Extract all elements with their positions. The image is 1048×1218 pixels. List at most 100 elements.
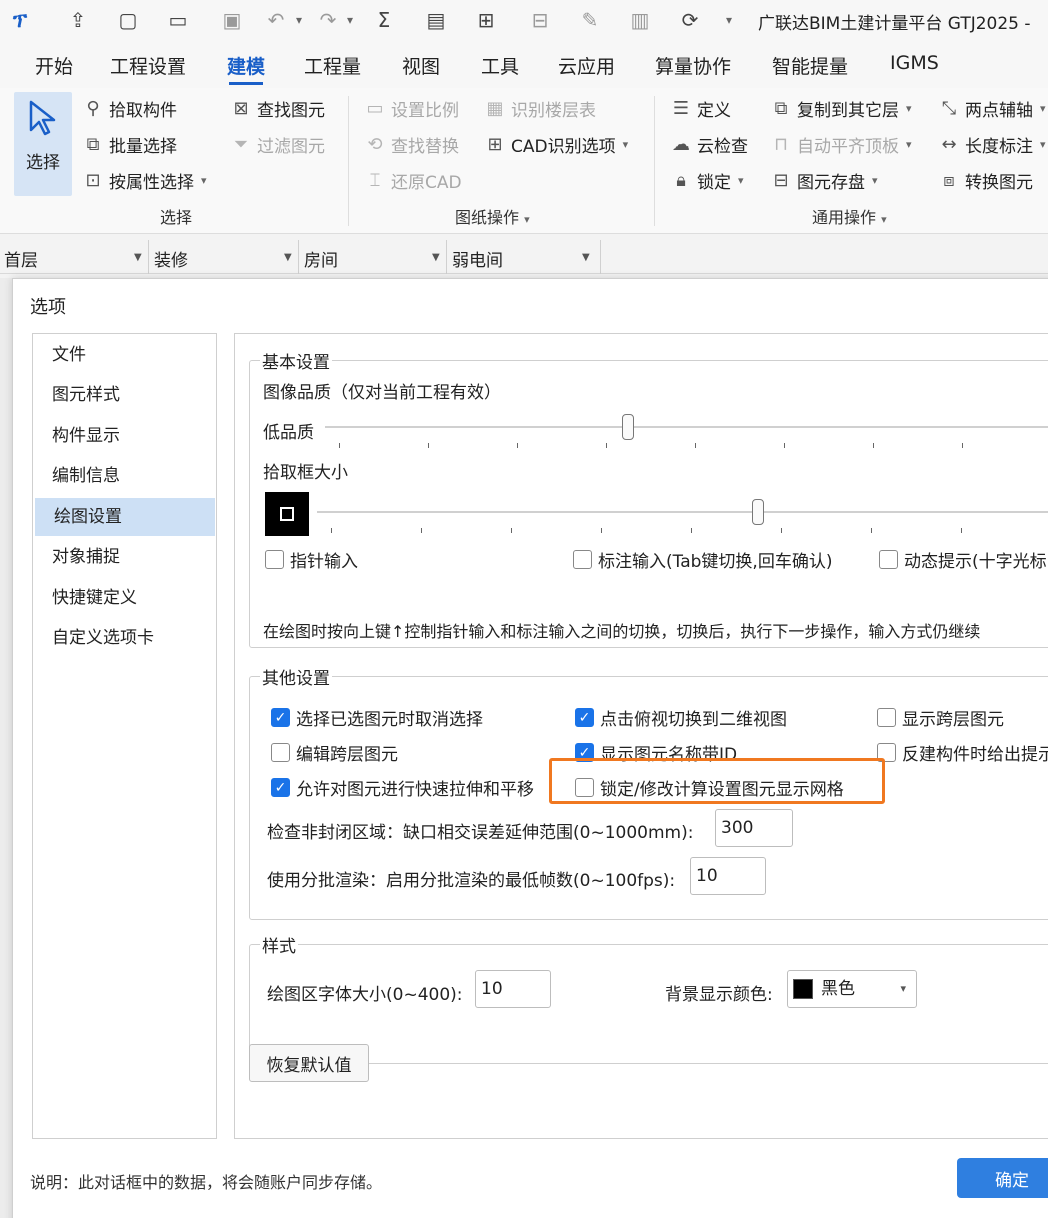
reverse-build-hint-checkbox[interactable]: 反建构件时给出提示	[877, 740, 1048, 765]
color-swatch	[793, 979, 813, 999]
select-by-attribute-button[interactable]: ⊡ 按属性选择 ▾	[82, 168, 207, 193]
cloud-check-button[interactable]: ☁ 云检查	[670, 132, 748, 157]
sync-note: 说明：此对话框中的数据，将会随账户同步存储。	[30, 1173, 383, 1192]
batch-select-button[interactable]: ⧉ 批量选择	[82, 132, 177, 157]
tab-smart-extract[interactable]: 智能提量	[772, 52, 848, 79]
floor-select[interactable]: 首层	[4, 246, 38, 271]
report-icon[interactable]: ▤	[422, 6, 450, 34]
grid-icon[interactable]: ⊞	[472, 6, 500, 34]
font-size-input[interactable]: 10	[475, 970, 551, 1008]
define-button[interactable]: ☰ 定义	[670, 96, 731, 121]
auto-flat-top-button[interactable]: ⊓ 自动平齐顶板 ▾	[770, 132, 912, 157]
nav-item-component-display[interactable]: 构件显示	[33, 417, 216, 455]
slider-tick	[606, 443, 607, 448]
lock-button[interactable]: 🔒︎ 锁定 ▾	[670, 168, 743, 193]
nav-item-object-snap[interactable]: 对象捕捉	[33, 538, 216, 576]
deselect-selected-checkbox[interactable]: ✓ 选择已选图元时取消选择	[271, 705, 483, 730]
slider-thumb[interactable]	[622, 414, 635, 440]
tab-view[interactable]: 视图	[402, 52, 440, 79]
image-quality-slider[interactable]	[325, 413, 1048, 453]
open-folder-icon[interactable]: ▭	[164, 6, 192, 34]
chevron-down-icon: ▾	[900, 982, 906, 995]
dimension-input-checkbox[interactable]: 标注输入(Tab键切换,回车确认)	[573, 547, 832, 572]
copy-to-other-floor-button[interactable]: ⧉ 复制到其它层 ▾	[770, 96, 912, 121]
nav-item-compile-info[interactable]: 编制信息	[33, 457, 216, 495]
topview-2d-checkbox[interactable]: ✓ 点击俯视切换到二维视图	[575, 705, 787, 730]
convert-element-button[interactable]: ⧈ 转换图元	[938, 168, 1033, 193]
redo-dropdown-icon[interactable]: ▾	[343, 6, 357, 34]
gap-range-input[interactable]: 300	[715, 809, 793, 847]
category-select[interactable]: 装修	[154, 246, 188, 271]
find-element-button[interactable]: ⊠ 查找图元	[230, 96, 325, 121]
select-button[interactable]: 选择	[14, 92, 72, 196]
element-storage-button[interactable]: ⊟ 图元存盘 ▾	[770, 168, 877, 193]
restore-default-button[interactable]: 恢复默认值	[249, 1044, 369, 1082]
customize-dropdown-icon[interactable]: ▾	[722, 6, 736, 34]
restore-cad-button[interactable]: ⌶ 还原CAD	[364, 168, 462, 193]
quick-stretch-checkbox[interactable]: ✓ 允许对图元进行快速拉伸和平移	[271, 775, 534, 800]
component-select[interactable]: 弱电间	[452, 246, 503, 271]
length-dim-button[interactable]: ↔ 长度标注 ▾	[938, 132, 1045, 157]
filter-icon: ⏷	[233, 134, 249, 155]
dynamic-hint-checkbox[interactable]: 动态提示(十字光标	[879, 547, 1047, 572]
batch-render-input[interactable]: 10	[690, 857, 766, 895]
checkbox-box	[573, 550, 592, 569]
checkbox-box	[265, 550, 284, 569]
pick-box-slider[interactable]	[317, 498, 1048, 538]
tab-quantities[interactable]: 工程量	[304, 52, 361, 79]
pick-component-button[interactable]: ⚲ 拾取构件	[82, 96, 177, 121]
tab-modeling[interactable]: 建模	[227, 52, 265, 85]
undo-dropdown-icon[interactable]: ▾	[292, 6, 306, 34]
nav-item-shortcut-keys[interactable]: 快捷键定义	[33, 579, 216, 617]
tab-start[interactable]: 开始	[35, 52, 73, 79]
find-replace-icon: ⟲	[367, 134, 383, 155]
nav-item-element-style[interactable]: 图元样式	[33, 376, 216, 414]
slider-thumb[interactable]	[752, 499, 765, 525]
slider-tick	[601, 528, 602, 533]
save-icon[interactable]: ▣	[218, 6, 246, 34]
chevron-down-icon: ▾	[906, 138, 912, 151]
redo-icon[interactable]: ↷	[314, 6, 342, 34]
chevron-down-icon[interactable]: ▼	[582, 252, 590, 263]
tab-igms[interactable]: IGMS	[890, 52, 939, 74]
undo-icon[interactable]: ↶	[262, 6, 290, 34]
component-type-select[interactable]: 房间	[304, 246, 338, 271]
find-replace-button[interactable]: ⟲ 查找替换	[364, 132, 459, 157]
layout-icon[interactable]: ⊟	[526, 6, 554, 34]
tab-tools[interactable]: 工具	[481, 52, 519, 79]
identify-floor-table-button[interactable]: ▦ 识别楼层表	[484, 96, 596, 121]
slider-tick	[511, 528, 512, 533]
bg-color-select[interactable]: 黑色 ▾	[787, 970, 917, 1008]
set-scale-button[interactable]: ▭ 设置比例	[364, 96, 459, 121]
two-point-axis-button[interactable]: ⤡ 两点辅轴 ▾	[938, 96, 1046, 121]
cloud-sync-icon[interactable]: ⟳	[676, 6, 704, 34]
slider-tick	[962, 443, 963, 448]
pointer-input-checkbox[interactable]: 指针输入	[265, 547, 358, 572]
nav-item-drawing-settings[interactable]: 绘图设置	[35, 498, 215, 536]
show-cross-floor-checkbox[interactable]: 显示跨层图元	[877, 705, 1004, 730]
chevron-down-icon[interactable]: ▼	[284, 252, 292, 263]
tab-collaboration[interactable]: 算量协作	[655, 52, 731, 79]
table-icon[interactable]: ▥	[626, 6, 654, 34]
eyedropper-icon: ⚲	[86, 98, 100, 119]
define-icon: ☰	[672, 98, 690, 119]
general-group-label: 通用操作 ▾	[812, 208, 887, 227]
cad-options-button[interactable]: ⊞ CAD识别选项 ▾	[484, 132, 628, 157]
tab-cloud-apps[interactable]: 云应用	[558, 52, 615, 79]
ok-button[interactable]: 确定	[957, 1158, 1048, 1198]
tab-project-settings[interactable]: 工程设置	[110, 52, 186, 79]
title-bar: ፕ ⇪ ▢ ▭ ▣ ↶ ▾ ↷ ▾ Σ ▤ ⊞ ⊟ ✎ ▥ ⟳ ▾ 广联达BIM…	[0, 0, 1048, 42]
dialog-title: 选项	[30, 297, 66, 318]
chevron-down-icon: ▾	[201, 174, 207, 187]
edit-cross-floor-checkbox[interactable]: 编辑跨层图元	[271, 740, 398, 765]
filter-element-button[interactable]: ⏷ 过滤图元	[230, 132, 325, 157]
cloud-check-icon: ☁	[672, 134, 690, 155]
upload-icon[interactable]: ⇪	[64, 6, 92, 34]
sum-icon[interactable]: Σ	[370, 6, 398, 34]
chevron-down-icon[interactable]: ▼	[432, 252, 440, 263]
new-file-icon[interactable]: ▢	[114, 6, 142, 34]
edit-icon[interactable]: ✎	[576, 6, 604, 34]
chevron-down-icon[interactable]: ▼	[134, 252, 142, 263]
nav-item-file[interactable]: 文件	[33, 336, 216, 374]
nav-item-custom-tabs[interactable]: 自定义选项卡	[33, 619, 216, 657]
